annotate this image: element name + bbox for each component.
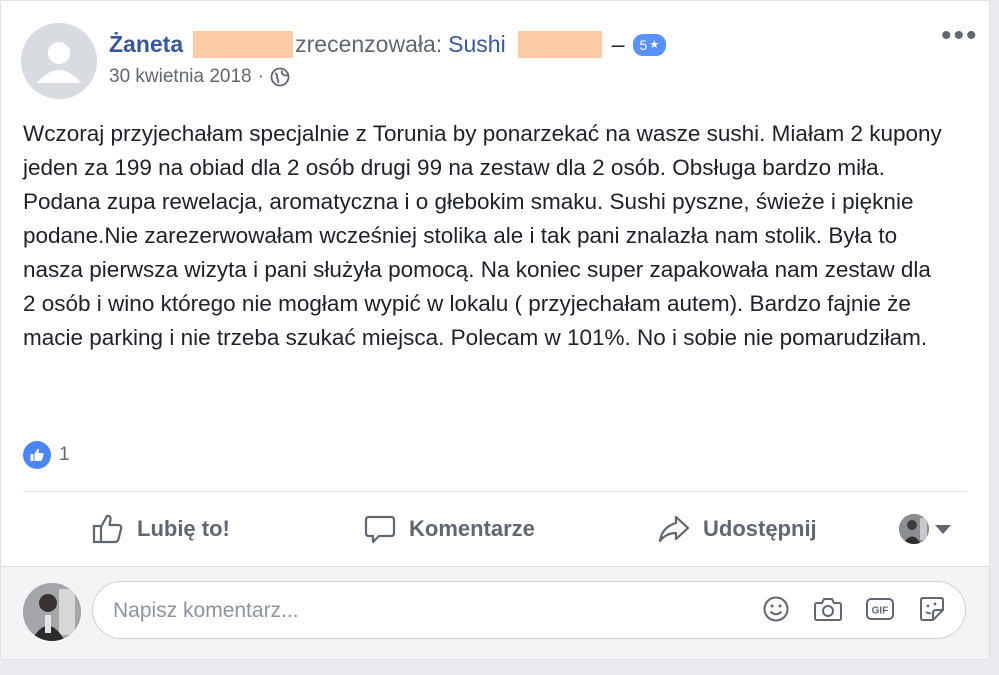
review-action-text: zrecenzowała: bbox=[295, 31, 443, 57]
gif-icon[interactable]: GIF bbox=[865, 594, 895, 624]
share-button-label: Udostępnij bbox=[703, 516, 817, 541]
thumbs-up-icon bbox=[92, 514, 123, 544]
post-as-selector[interactable] bbox=[899, 514, 951, 544]
caret-down-icon bbox=[935, 524, 951, 534]
author-avatar[interactable] bbox=[21, 23, 97, 99]
star-icon: ★ bbox=[649, 39, 660, 51]
author-name-link[interactable]: Żaneta bbox=[109, 31, 183, 58]
divider bbox=[23, 491, 967, 492]
meta-separator: · bbox=[257, 66, 264, 87]
globe-icon[interactable] bbox=[270, 67, 290, 87]
commenter-avatar[interactable] bbox=[23, 583, 81, 641]
comment-composer: GIF bbox=[1, 567, 989, 659]
rating-value: 5 bbox=[639, 36, 648, 53]
comment-button-label: Komentarze bbox=[409, 516, 535, 541]
review-post-card: Żaneta zrecenzowała: Sushi – 5 ★ 30 kwie… bbox=[0, 0, 990, 660]
reactions-count: 1 bbox=[59, 444, 70, 465]
post-header: Żaneta zrecenzowała: Sushi – 5 ★ bbox=[109, 31, 667, 58]
comment-input[interactable] bbox=[111, 582, 755, 640]
post-meta: 30 kwietnia 2018 · bbox=[109, 66, 290, 88]
like-button-label: Lubię to! bbox=[137, 516, 230, 541]
post-date-link[interactable]: 30 kwietnia 2018 bbox=[109, 66, 252, 88]
like-button[interactable]: Lubię to! bbox=[91, 506, 230, 552]
share-button[interactable]: Udostępnij bbox=[657, 506, 817, 552]
redacted-page-name bbox=[517, 31, 602, 58]
like-icon bbox=[23, 441, 51, 469]
share-icon bbox=[658, 515, 690, 543]
comment-input-box[interactable]: GIF bbox=[92, 581, 966, 640]
reactions-summary[interactable]: 1 bbox=[23, 441, 70, 469]
comment-tools: GIF bbox=[761, 594, 947, 624]
more-options-icon[interactable]: ••• bbox=[941, 21, 979, 51]
sticker-icon[interactable] bbox=[917, 594, 947, 624]
user-mini-avatar bbox=[899, 514, 929, 544]
emoji-icon[interactable] bbox=[761, 594, 791, 624]
redacted-surname bbox=[193, 31, 294, 58]
svg-text:GIF: GIF bbox=[872, 606, 889, 617]
camera-icon[interactable] bbox=[813, 594, 843, 624]
post-body-text: Wczoraj przyjechałam specjalnie z Toruni… bbox=[23, 121, 942, 350]
rating-badge[interactable]: 5 ★ bbox=[632, 33, 667, 56]
page-name-link[interactable]: Sushi bbox=[448, 31, 506, 58]
comment-button[interactable]: Komentarze bbox=[363, 506, 535, 552]
header-dash: – bbox=[611, 31, 625, 57]
comment-icon bbox=[364, 515, 396, 544]
